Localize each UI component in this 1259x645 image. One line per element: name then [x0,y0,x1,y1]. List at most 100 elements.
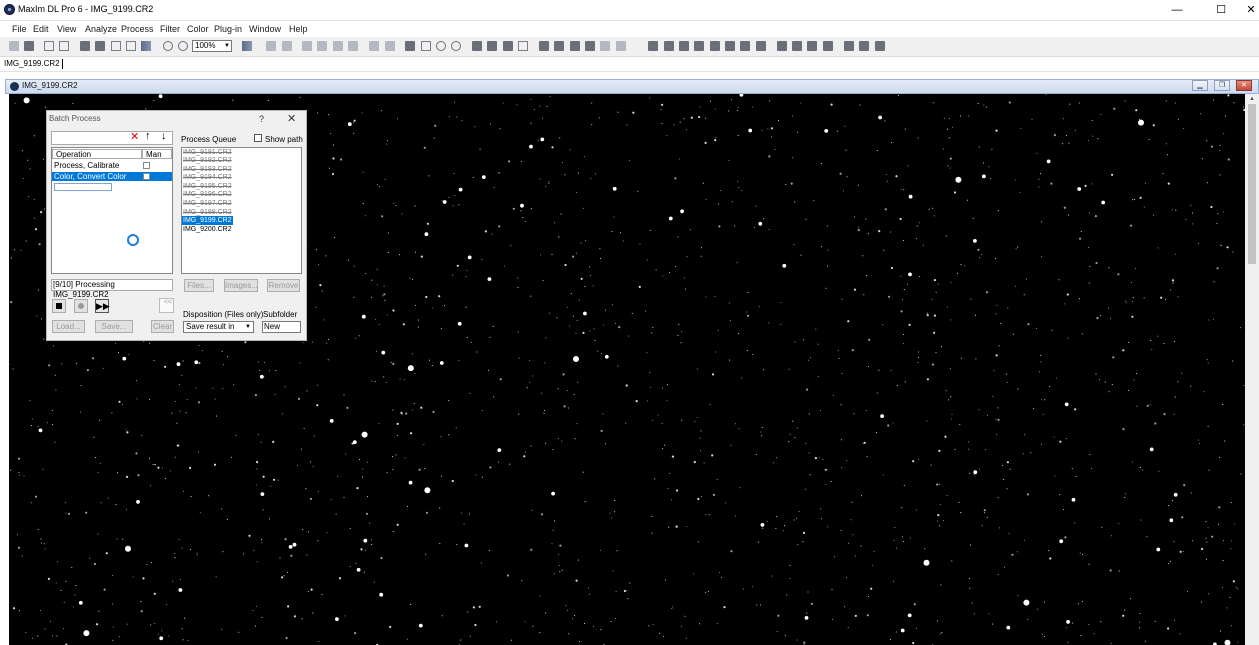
files-button[interactable]: Files... [184,279,214,292]
scrollbar-thumb[interactable] [1248,104,1256,264]
operation-row[interactable]: Color, Convert Color [52,172,172,181]
save-button[interactable]: Save... [95,320,133,333]
move-down-icon[interactable]: ↓ [161,130,167,142]
tool-icon[interactable] [518,41,528,51]
man-checkbox[interactable] [143,173,150,180]
image-icon[interactable] [95,41,105,51]
menu-plug-in[interactable]: Plug-in [214,24,242,34]
tool-icon[interactable] [333,41,343,51]
help-button[interactable]: ? [259,114,264,124]
stop-button[interactable] [52,299,66,313]
tool-icon[interactable] [792,41,802,51]
context-help-icon[interactable] [242,41,252,51]
undo-icon[interactable] [44,41,54,51]
tool-icon[interactable] [585,41,595,51]
zoom-out-icon[interactable] [178,41,188,51]
queue-item[interactable]: IMG_9194.CR2 [182,173,233,182]
tool-icon[interactable] [503,41,513,51]
queue-item[interactable]: IMG_9196.CR2 [182,190,233,199]
queue-item[interactable]: IMG_9199.CR2 [182,216,233,225]
tool-icon[interactable] [405,41,415,51]
disposition-select[interactable]: Save result in ▼ [183,321,254,333]
menu-view[interactable]: View [57,24,76,34]
tool-icon[interactable] [369,41,379,51]
clear-button[interactable]: Clear [151,320,174,333]
menu-color[interactable]: Color [187,24,209,34]
queue-item[interactable]: IMG_9200.CR2 [182,225,233,234]
tool-icon[interactable] [539,41,549,51]
tool-icon[interactable] [348,41,358,51]
menu-filter[interactable]: Filter [160,24,180,34]
close-icon[interactable]: ✕ [1236,80,1252,91]
tool-icon[interactable] [421,41,431,51]
menu-analyze[interactable]: Analyze [85,24,117,34]
clipboard-icon[interactable] [126,41,136,51]
play-icon[interactable] [710,41,720,51]
open-icon[interactable] [9,41,19,51]
tool-icon[interactable] [266,41,276,51]
queue-item[interactable]: IMG_9197.CR2 [182,199,233,208]
man-checkbox[interactable] [143,162,150,169]
tool-icon[interactable] [664,41,674,51]
delete-icon[interactable]: ✕ [130,130,139,143]
step-back-button[interactable]: << [159,298,174,313]
tool-icon[interactable] [823,41,833,51]
tool-icon[interactable] [600,41,610,51]
zoom-select[interactable]: 100% ▼ [192,40,232,52]
minimize-button[interactable]: — [1162,0,1192,20]
menu-file[interactable]: File [12,24,27,34]
tool-icon[interactable] [777,41,787,51]
load-button[interactable]: Load... [52,320,85,333]
dialog-close-button[interactable]: ✕ [287,112,296,125]
tool-icon[interactable] [616,41,626,51]
menu-process[interactable]: Process [121,24,154,34]
menu-help[interactable]: Help [289,24,308,34]
tool-icon[interactable] [317,41,327,51]
tool-icon[interactable] [472,41,482,51]
tool-icon[interactable] [302,41,312,51]
tool-icon[interactable] [679,41,689,51]
column-man[interactable]: Man [142,149,172,159]
maximize-button[interactable]: ☐ [1206,0,1236,20]
column-operation[interactable]: Operation [52,149,142,159]
pause-button[interactable] [74,299,88,313]
tool-icon[interactable] [725,41,735,51]
save-icon[interactable] [24,41,34,51]
menu-window[interactable]: Window [249,24,281,34]
subfolder-input[interactable]: New [262,321,301,333]
tool-icon[interactable] [807,41,817,51]
tool-icon[interactable] [570,41,580,51]
fast-forward-button[interactable]: ▶▶ [95,299,110,313]
tool-icon[interactable] [740,41,750,51]
redo-icon[interactable] [59,41,69,51]
copy-icon[interactable] [111,41,121,51]
operation-edit-field[interactable] [54,183,112,191]
tool-icon[interactable] [554,41,564,51]
tool-icon[interactable] [436,41,446,51]
tool-icon[interactable] [487,41,497,51]
minimize-icon[interactable]: ▁ [1192,80,1208,91]
queue-item[interactable]: IMG_9192.CR2 [182,156,233,165]
image-tab[interactable]: IMG_9199.CR2 [4,59,60,68]
image-window-titlebar[interactable] [5,79,1259,94]
restore-icon[interactable]: ❐ [1214,80,1230,91]
scroll-up-icon[interactable]: ▲ [1246,96,1258,102]
tool-icon[interactable] [756,41,766,51]
tool-icon[interactable] [451,41,461,51]
operation-row[interactable]: Process, Calibrate [52,161,172,170]
tool-icon[interactable] [694,41,704,51]
screen-stretch-icon[interactable] [80,41,90,51]
tool-icon[interactable] [875,41,885,51]
crosshair-icon[interactable] [385,41,395,51]
show-path-checkbox[interactable] [254,134,262,142]
tool-icon[interactable] [859,41,869,51]
close-button[interactable]: ✕ [1236,0,1259,20]
tool-icon[interactable] [844,41,854,51]
tool-icon[interactable] [648,41,658,51]
tool-icon[interactable] [282,41,292,51]
remove-button[interactable]: Remove [267,279,300,292]
zoom-in-icon[interactable] [163,41,173,51]
move-up-icon[interactable]: ↑ [145,130,151,142]
images-button[interactable]: Images... [224,279,258,292]
window-icon[interactable] [141,41,151,51]
